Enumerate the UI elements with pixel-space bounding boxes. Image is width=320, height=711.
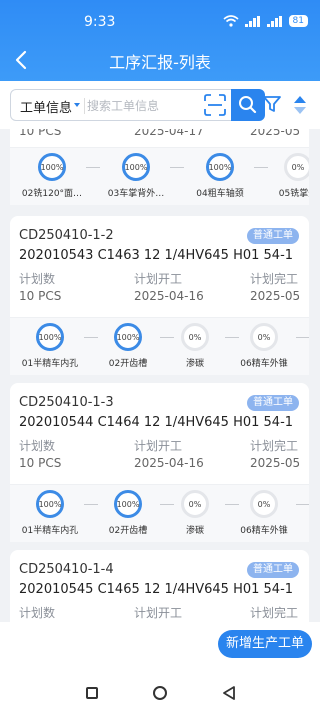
step-connector: [160, 504, 174, 505]
step-connector: [170, 167, 184, 168]
page-title: 工序汇报-列表: [109, 53, 211, 72]
plan-start-value: 2025-04-17: [134, 129, 204, 138]
work-order-card[interactable]: CD250410-1-2 普通工单 202010543 C1463 12 1/4…: [10, 216, 309, 375]
step-connector: [254, 167, 268, 168]
process-steps: 100% 01半精车内孔 100% 02开齿槽 0% 渗碳 0% 06精车外锥: [10, 317, 309, 375]
step-name: 03车掌背外…: [107, 189, 165, 199]
plan-end-value: 2025-05: [250, 289, 301, 303]
search-icon: [239, 96, 257, 114]
progress-ring: 100%: [36, 323, 64, 351]
step-connector: [296, 337, 309, 338]
plan-end-value: 2025-05: [250, 129, 301, 138]
search-bar: 工单信息: [0, 81, 320, 129]
plan-end-label: 计划完工: [250, 606, 299, 620]
work-order-card[interactable]: CD250410-1-4 普通工单 202010545 C1465 12 1/4…: [10, 550, 309, 622]
order-code: CD250410-1-4: [19, 562, 114, 577]
order-type-badge: 普通工单: [247, 395, 299, 411]
progress-ring: 100%: [38, 153, 66, 181]
plan-start-value: 2025-04-16: [134, 289, 204, 303]
scan-icon[interactable]: [204, 94, 226, 116]
step-name: 06精车外锥: [240, 526, 288, 536]
search-box: 工单信息: [10, 89, 265, 121]
header: 9:33 81 工序汇报-列表: [0, 0, 320, 81]
progress-ring: 0%: [250, 323, 278, 351]
filter-icon[interactable]: [262, 94, 282, 114]
status-time: 9:33: [84, 14, 116, 30]
system-nav-bar: [0, 676, 320, 711]
step-connector: [84, 504, 98, 505]
plan-start-label: 计划开工: [134, 439, 183, 453]
bottom-action-bar: 新增生产工单: [0, 622, 320, 676]
order-type-badge: 普通工单: [247, 228, 299, 244]
plan-start-value: 2025-04-16: [134, 456, 204, 470]
search-input[interactable]: [87, 94, 195, 118]
progress-ring: 100%: [122, 153, 150, 181]
progress-ring: 0%: [250, 490, 278, 518]
progress-ring: 100%: [36, 490, 64, 518]
signal-icon: [244, 15, 261, 27]
plan-qty-value: 10 PCS: [19, 456, 62, 470]
home-icon[interactable]: [153, 686, 167, 700]
wifi-icon: [223, 15, 239, 27]
step-connector: [160, 337, 174, 338]
step-name: 04粗车轴颈: [196, 189, 244, 199]
step-connector: [86, 167, 100, 168]
plan-qty-value: 10 PCS: [19, 129, 62, 138]
plan-qty-label: 计划数: [19, 606, 56, 620]
plan-end-value: 2025-05: [250, 456, 301, 470]
search-button[interactable]: [231, 89, 265, 121]
sort-icon[interactable]: [293, 94, 307, 116]
status-icons: 81: [223, 15, 308, 27]
order-type-badge: 普通工单: [247, 562, 299, 578]
order-code: CD250410-1-2: [19, 228, 114, 243]
back-icon[interactable]: [222, 686, 236, 700]
plan-start-label: 计划开工: [134, 272, 183, 286]
step-connector: [225, 337, 239, 338]
battery-icon: 81: [288, 15, 308, 27]
step-connector: [296, 504, 309, 505]
progress-ring: 100%: [114, 323, 142, 351]
add-work-order-button[interactable]: 新增生产工单: [217, 630, 312, 658]
work-order-list: 10 PCS 2025-04-17 2025-05 100% 02铣120°面……: [0, 129, 320, 622]
progress-ring: 0%: [284, 153, 309, 181]
step-name: 02开齿槽: [108, 526, 148, 536]
work-order-card[interactable]: CD250410-1-3 普通工单 202010544 C1464 12 1/4…: [10, 383, 309, 542]
progress-ring: 100%: [114, 490, 142, 518]
step-name: 渗碳: [185, 526, 204, 536]
progress-ring: 0%: [181, 323, 209, 351]
step-name: 01半精车内孔: [21, 526, 79, 536]
step-name: 渗碳: [185, 359, 204, 369]
status-bar: 9:33 81: [0, 0, 320, 40]
order-code: CD250410-1-3: [19, 395, 114, 410]
material-info: 202010545 C1465 12 1/4HV645 H01 54-1: [19, 582, 294, 597]
nav-bar: 工序汇报-列表: [0, 44, 320, 76]
plan-qty-label: 计划数: [19, 272, 56, 286]
process-steps: 100% 02铣120°面… 100% 03车掌背外… 100% 04粗车轴颈 …: [10, 147, 309, 205]
step-connector: [84, 337, 98, 338]
step-connector: [225, 504, 239, 505]
material-info: 202010544 C1464 12 1/4HV645 H01 54-1: [19, 415, 294, 430]
plan-qty-label: 计划数: [19, 439, 56, 453]
recents-icon[interactable]: [86, 687, 98, 699]
search-divider: [84, 98, 85, 114]
progress-ring: 0%: [181, 490, 209, 518]
plan-end-label: 计划完工: [250, 272, 299, 286]
search-field-select[interactable]: 工单信息: [20, 97, 72, 116]
plan-qty-value: 10 PCS: [19, 289, 62, 303]
step-name: 06精车外锥: [240, 359, 288, 369]
step-name: 02开齿槽: [108, 359, 148, 369]
progress-ring: 100%: [206, 153, 234, 181]
process-steps: 100% 01半精车内孔 100% 02开齿槽 0% 渗碳 0% 06精车外锥: [10, 484, 309, 542]
plan-start-label: 计划开工: [134, 606, 183, 620]
step-name: 02铣120°面…: [21, 189, 83, 199]
chevron-down-icon[interactable]: [74, 103, 80, 107]
step-name: 01半精车内孔: [21, 359, 79, 369]
signal-icon-2: [266, 15, 283, 27]
work-order-card[interactable]: 10 PCS 2025-04-17 2025-05 100% 02铣120°面……: [10, 129, 309, 205]
plan-end-label: 计划完工: [250, 439, 299, 453]
step-name: 05铣掌外: [278, 189, 309, 199]
material-info: 202010543 C1463 12 1/4HV645 H01 54-1: [19, 248, 294, 263]
